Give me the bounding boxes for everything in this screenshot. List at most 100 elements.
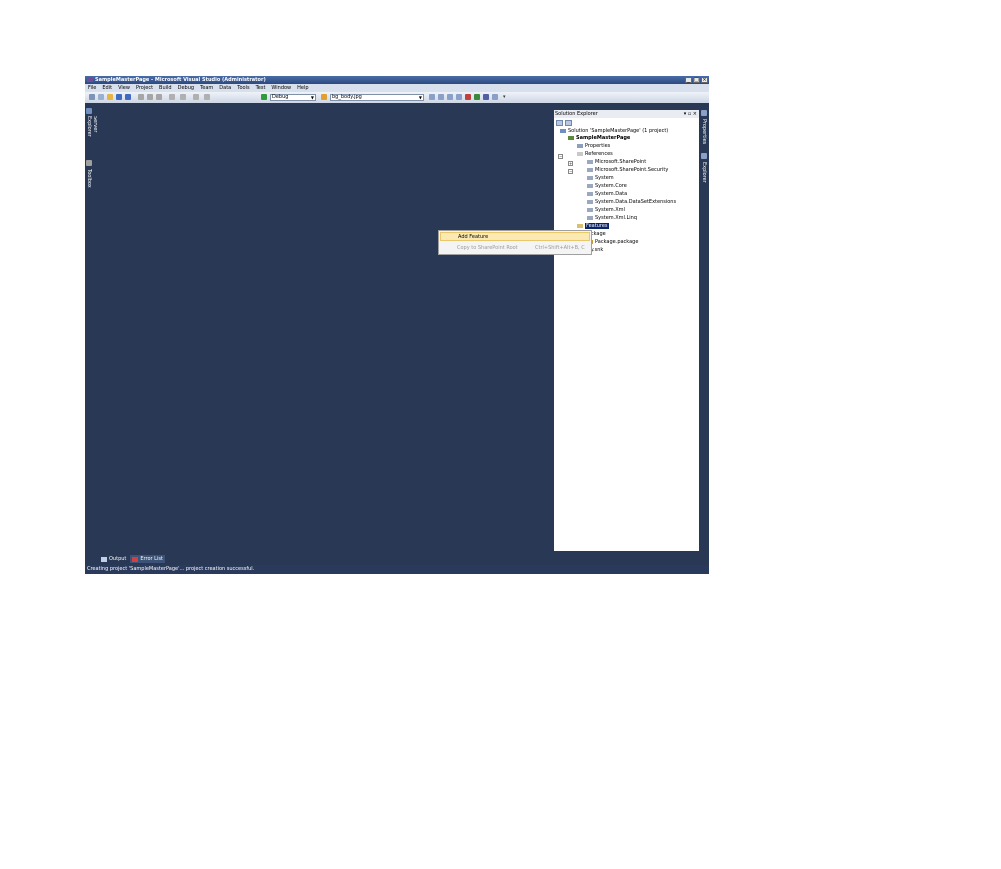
menu-edit[interactable]: Edit — [99, 85, 115, 91]
reference-icon — [587, 207, 593, 212]
add-item-icon[interactable] — [98, 94, 104, 100]
title-bar: SampleMasterPage - Microsoft Visual Stud… — [85, 76, 709, 84]
menu-file[interactable]: File — [85, 85, 99, 91]
reference-icon — [587, 191, 593, 196]
cut-icon[interactable] — [138, 94, 144, 100]
reference-icon — [587, 175, 593, 180]
menu-team[interactable]: Team — [197, 85, 216, 91]
reference-label: System.Data.DataSetExtensions — [595, 199, 677, 205]
bottom-dock-tabs: Output Error List — [99, 555, 165, 563]
reference-item[interactable]: Microsoft.SharePoint.Security — [587, 167, 668, 174]
find-combo[interactable]: bg_body.jpg ▼ — [330, 94, 424, 101]
properties-window-icon[interactable] — [438, 94, 444, 100]
menu-build[interactable]: Build — [156, 85, 175, 91]
window-controls: _ □ × — [685, 77, 708, 83]
menu-item-add-feature[interactable]: Add Feature — [440, 232, 590, 241]
menu-item-copy-to-sharepoint-root[interactable]: Copy to SharePoint Root Ctrl+Shift+Alt+B… — [440, 244, 590, 253]
add-feature-label: Add Feature — [458, 234, 489, 240]
output-tab[interactable]: Output — [99, 555, 128, 563]
status-bar: Creating project 'SampleMasterPage'... p… — [85, 565, 709, 574]
reference-label: System — [595, 175, 614, 181]
tree-label-features: Features — [585, 223, 609, 229]
reference-item[interactable]: System — [587, 175, 614, 182]
reference-item[interactable]: System.Data.DataSetExtensions — [587, 199, 676, 206]
minimize-button[interactable]: _ — [685, 77, 692, 83]
collapse-references-icon[interactable]: − — [568, 169, 573, 174]
tree-label-project: SampleMasterPage — [576, 135, 631, 141]
navigate-backward-icon[interactable] — [193, 94, 199, 100]
find-combo-value: bg_body.jpg — [332, 94, 362, 100]
expand-properties-icon[interactable]: + — [568, 161, 573, 166]
toolbar-overflow-icon[interactable]: ▾ — [503, 94, 509, 100]
menu-view[interactable]: View — [115, 85, 133, 91]
reference-icon — [587, 215, 593, 220]
object-browser-icon[interactable] — [447, 94, 453, 100]
reference-label: Microsoft.SharePoint.Security — [595, 167, 669, 173]
reference-item[interactable]: System.Data — [587, 191, 627, 198]
reference-item[interactable]: System.Xml.Linq — [587, 215, 637, 222]
tree-label-package-file: Package.package — [595, 239, 639, 245]
window-layout-icon[interactable] — [492, 94, 498, 100]
paste-icon[interactable] — [156, 94, 162, 100]
find-in-files-icon[interactable] — [321, 94, 327, 100]
reference-label: System.Data — [595, 191, 628, 197]
redo-icon[interactable] — [180, 94, 186, 100]
start-debugging-icon[interactable] — [261, 94, 267, 100]
error-list-tab-label: Error List — [140, 556, 163, 562]
tree-item-package-file[interactable]: Package.package — [587, 239, 638, 246]
standard-toolbar: Debug ▼ bg_body.jpg ▼ ▾ — [85, 92, 709, 103]
reference-item[interactable]: System.Xml — [587, 207, 625, 214]
menu-tools[interactable]: Tools — [234, 85, 252, 91]
output-icon — [101, 556, 107, 562]
open-file-icon[interactable] — [107, 94, 113, 100]
error-list-tab[interactable]: Error List — [130, 555, 165, 563]
solution-explorer-icon[interactable] — [429, 94, 435, 100]
context-menu: Add Feature Copy to SharePoint Root Ctrl… — [438, 230, 592, 255]
visual-studio-icon — [87, 77, 93, 82]
tree-item-references[interactable]: References — [577, 151, 613, 158]
save-all-icon[interactable] — [125, 94, 131, 100]
reference-label: Microsoft.SharePoint — [595, 159, 647, 165]
menu-window[interactable]: Window — [268, 85, 294, 91]
visual-studio-window: SampleMasterPage - Microsoft Visual Stud… — [85, 76, 709, 574]
solution-explorer-panel: Solution Explorer ▾ ▫ × Solution 'Sample… — [554, 110, 699, 551]
panel-controls[interactable]: ▾ ▫ × — [684, 110, 697, 118]
toolbox-icon[interactable] — [456, 94, 462, 100]
menu-test[interactable]: Test — [253, 85, 269, 91]
tree-item-features[interactable]: Features — [577, 223, 609, 230]
status-text: Creating project 'SampleMasterPage'... p… — [87, 566, 255, 572]
properties-tab[interactable]: Properties — [701, 119, 707, 144]
tools-icon[interactable] — [465, 94, 471, 100]
maximize-button[interactable]: □ — [693, 77, 700, 83]
save-icon[interactable] — [116, 94, 122, 100]
tree-item-solution[interactable]: Solution 'SampleMasterPage' (1 project) — [560, 128, 668, 135]
navigate-forward-icon[interactable] — [204, 94, 210, 100]
reference-label: System.Xml.Linq — [595, 215, 638, 221]
solution-configuration-dropdown[interactable]: Debug ▼ — [270, 94, 316, 101]
reference-item[interactable]: Microsoft.SharePoint — [587, 159, 646, 166]
close-button[interactable]: × — [701, 77, 708, 83]
solution-explorer-toolbar — [556, 120, 572, 126]
tree-item-properties[interactable]: Properties — [577, 143, 610, 150]
properties-tab-icon — [701, 110, 707, 116]
menu-debug[interactable]: Debug — [175, 85, 197, 91]
menu-data[interactable]: Data — [216, 85, 234, 91]
extension-manager-icon[interactable] — [483, 94, 489, 100]
copy-icon[interactable] — [147, 94, 153, 100]
collapse-project-icon[interactable]: − — [558, 154, 563, 159]
tree-item-project[interactable]: SampleMasterPage — [568, 135, 630, 142]
new-project-icon[interactable] — [89, 94, 95, 100]
copy-to-root-label: Copy to SharePoint Root — [457, 245, 518, 251]
refresh-icon[interactable] — [565, 120, 572, 126]
toolbox-tab[interactable]: Toolbox — [86, 169, 92, 188]
solution-explorer-tab-icon — [701, 153, 707, 159]
start-page-icon[interactable] — [474, 94, 480, 100]
undo-icon[interactable] — [169, 94, 175, 100]
menu-help[interactable]: Help — [294, 85, 311, 91]
solution-explorer-tab[interactable]: Solution Explorer — [701, 162, 709, 183]
show-all-files-icon[interactable] — [556, 120, 563, 126]
chevron-down-icon: ▼ — [418, 95, 422, 100]
reference-item[interactable]: System.Core — [587, 183, 627, 190]
menu-bar: File Edit View Project Build Debug Team … — [85, 84, 709, 92]
menu-project[interactable]: Project — [133, 85, 156, 91]
